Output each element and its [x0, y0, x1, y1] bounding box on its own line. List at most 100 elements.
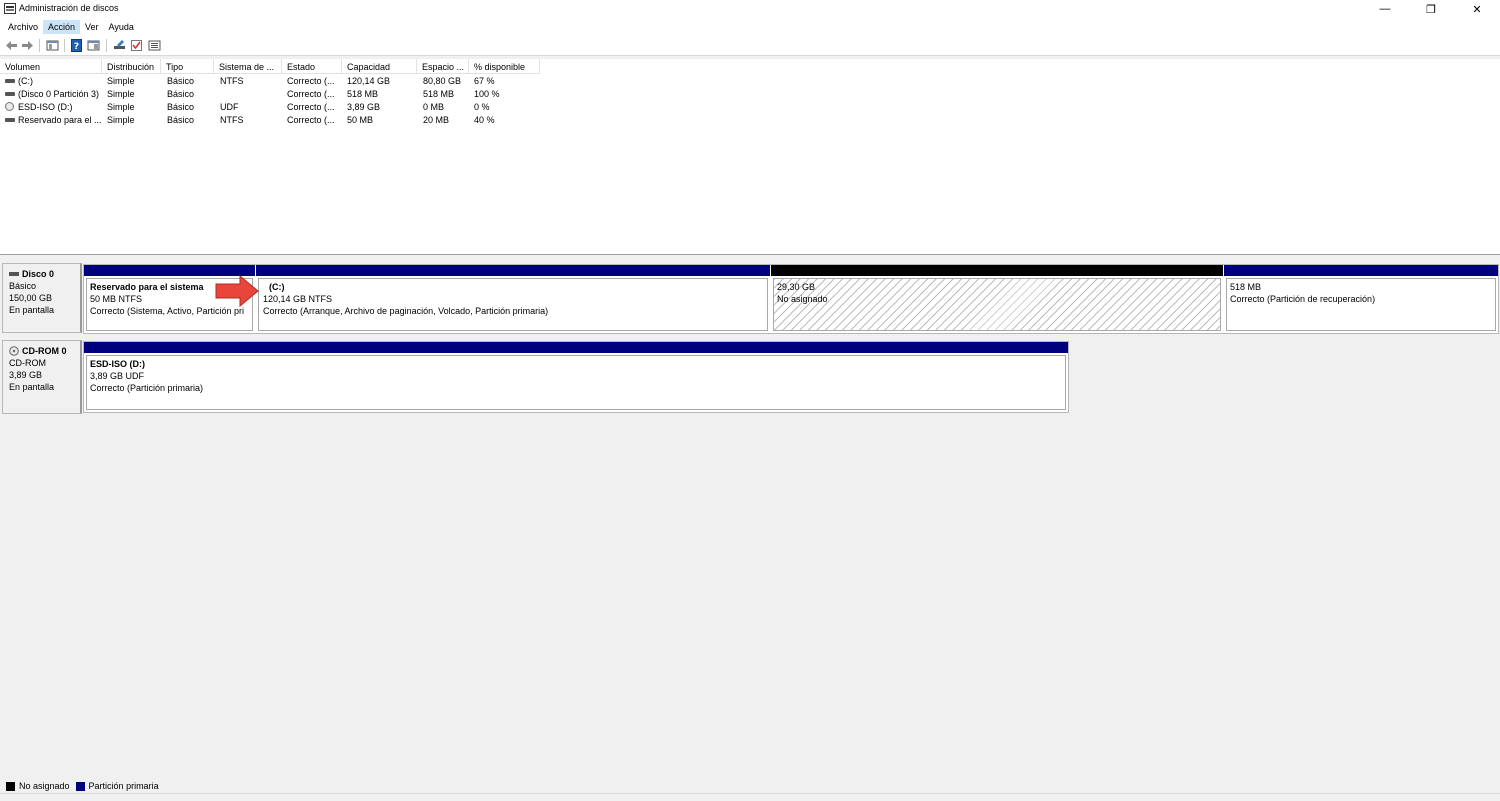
cdrom-0-label[interactable]: CD-ROM 0 CD-ROM 3,89 GB En pantalla [2, 340, 82, 414]
partition-status: No asignado [777, 294, 828, 304]
cdrom-icon [9, 346, 19, 356]
disk-0-status: En pantalla [9, 305, 55, 315]
partition-size: 518 MB [1230, 282, 1262, 292]
legend-primary: Partición primaria [75, 781, 159, 791]
cell-estado: Correcto (... [287, 89, 335, 99]
cell-estado: Correcto (... [287, 102, 335, 112]
back-icon[interactable] [5, 39, 18, 52]
primary-partition-bar [1224, 265, 1498, 276]
volume-icon [5, 92, 15, 96]
volume-icon [5, 118, 15, 122]
svg-text:?: ? [74, 42, 79, 52]
close-button[interactable]: ✕ [1454, 0, 1500, 18]
partition-esd-iso[interactable]: ESD-ISO (D:) 3,89 GB UDF Correcto (Parti… [84, 342, 1068, 412]
restore-button[interactable]: ❐ [1408, 0, 1454, 18]
table-row[interactable]: (C:) Simple Básico NTFS Correcto (... 12… [0, 75, 545, 88]
cell-espacio: 80,80 GB [423, 76, 462, 86]
legend-label: Partición primaria [88, 781, 159, 791]
cdrom-0-partitions: ESD-ISO (D:) 3,89 GB UDF Correcto (Parti… [83, 341, 1069, 413]
volume-icon [5, 79, 15, 83]
column-estado[interactable]: Estado [282, 59, 342, 74]
cell-volumen: (C:) [18, 76, 33, 86]
window-title: Administración de discos [19, 3, 119, 13]
table-row[interactable]: Reservado para el ... Simple Básico NTFS… [0, 114, 545, 127]
list-icon[interactable] [148, 39, 161, 52]
cdrom-0-name: CD-ROM 0 [22, 346, 67, 356]
cell-porcentaje: 67 % [474, 76, 495, 86]
partition-size: 29,30 GB [777, 282, 816, 292]
toolbar-separator [106, 39, 107, 52]
forward-icon[interactable] [21, 39, 34, 52]
annotation-arrow-icon [215, 274, 259, 308]
cell-estado: Correcto (... [287, 115, 335, 125]
partition-recovery[interactable]: 518 MB Correcto (Partición de recuperaci… [1224, 265, 1498, 333]
column-volumen[interactable]: Volumen [0, 59, 102, 74]
column-distribucion[interactable]: Distribución [102, 59, 161, 74]
restore-icon: ❐ [1426, 3, 1436, 16]
partition-size: 3,89 GB UDF [90, 371, 145, 381]
column-espacio-disponible[interactable]: Espacio ... [417, 59, 469, 74]
cdrom-icon [5, 102, 14, 111]
partition-title: (C:) [269, 282, 285, 292]
cell-porcentaje: 100 % [474, 89, 500, 99]
disk-0-size: 150,00 GB [9, 293, 53, 303]
disk-management-app-icon [4, 3, 16, 14]
minimize-button[interactable]: — [1362, 0, 1408, 18]
cell-porcentaje: 40 % [474, 115, 495, 125]
partition-status: Correcto (Arranque, Archivo de paginació… [263, 306, 549, 316]
partition-title: ESD-ISO (D:) [90, 359, 145, 369]
cell-distribucion: Simple [107, 76, 135, 86]
legend-label: No asignado [19, 781, 70, 791]
column-sistema-archivos[interactable]: Sistema de ... [214, 59, 282, 74]
properties-icon[interactable] [87, 39, 100, 52]
legend-swatch [6, 781, 15, 791]
cell-tipo: Básico [167, 76, 195, 86]
partition-body: 29,30 GB No asignado [773, 278, 1221, 331]
cell-capacidad: 120,14 GB [347, 76, 391, 86]
menu-accion[interactable]: Acción [43, 19, 81, 34]
column-capacidad[interactable]: Capacidad [342, 59, 417, 74]
partition-c[interactable]: (C:) 120,14 GB NTFS Correcto (Arranque, … [256, 265, 770, 333]
unallocated-bar [771, 265, 1223, 276]
cell-espacio: 0 MB [423, 102, 445, 112]
help-icon[interactable]: ? [70, 39, 83, 52]
legend-swatch [75, 781, 85, 791]
table-row[interactable]: ESD-ISO (D:) Simple Básico UDF Correcto … [0, 101, 545, 114]
partition-unallocated[interactable]: 29,30 GB No asignado [771, 265, 1223, 333]
toolbar-separator [39, 39, 40, 52]
partition-body: 518 MB Correcto (Partición de recuperaci… [1226, 278, 1496, 331]
checklist-icon[interactable] [130, 39, 143, 52]
menu-archivo[interactable]: Archivo [3, 20, 43, 34]
cdrom-0-type: CD-ROM [9, 358, 46, 368]
disk-0-label[interactable]: Disco 0 Básico 150,00 GB En pantalla [2, 263, 82, 333]
primary-partition-bar [256, 265, 770, 276]
cell-distribucion: Simple [107, 115, 135, 125]
close-icon: ✕ [1472, 3, 1482, 16]
cell-tipo: Básico [167, 115, 195, 125]
disk-icon [9, 272, 19, 276]
partition-status: Correcto (Partición de recuperación) [1230, 294, 1376, 304]
legend: No asignado Partición primaria [0, 779, 1500, 793]
console-tree-icon[interactable] [46, 39, 59, 52]
cell-sistema: NTFS [220, 115, 244, 125]
cell-tipo: Básico [167, 102, 195, 112]
partition-body: (C:) 120,14 GB NTFS Correcto (Arranque, … [258, 278, 768, 331]
disk-0-type: Básico [9, 281, 37, 291]
cell-distribucion: Simple [107, 89, 135, 99]
partition-body: ESD-ISO (D:) 3,89 GB UDF Correcto (Parti… [86, 355, 1066, 410]
cell-capacidad: 50 MB [347, 115, 374, 125]
menu-ayuda[interactable]: Ayuda [104, 20, 139, 34]
column-porcentaje-disponible[interactable]: % disponible [469, 59, 540, 74]
toolbar-separator [64, 39, 65, 52]
partition-status: Correcto (Partición primaria) [90, 383, 204, 393]
cell-estado: Correcto (... [287, 76, 335, 86]
column-tipo[interactable]: Tipo [161, 59, 214, 74]
volume-list: Volumen Distribución Tipo Sistema de ...… [0, 59, 1500, 255]
cell-volumen: Reservado para el ... [18, 115, 102, 125]
menu-ver[interactable]: Ver [80, 20, 104, 34]
disk-icon[interactable] [113, 39, 126, 52]
disk-0-partitions: Reservado para el sistema 50 MB NTFS Cor… [83, 264, 1499, 334]
table-row[interactable]: (Disco 0 Partición 3) Simple Básico Corr… [0, 88, 545, 101]
cell-volumen: ESD-ISO (D:) [18, 102, 73, 112]
title-bar: Administración de discos — ❐ ✕ [0, 0, 1500, 18]
